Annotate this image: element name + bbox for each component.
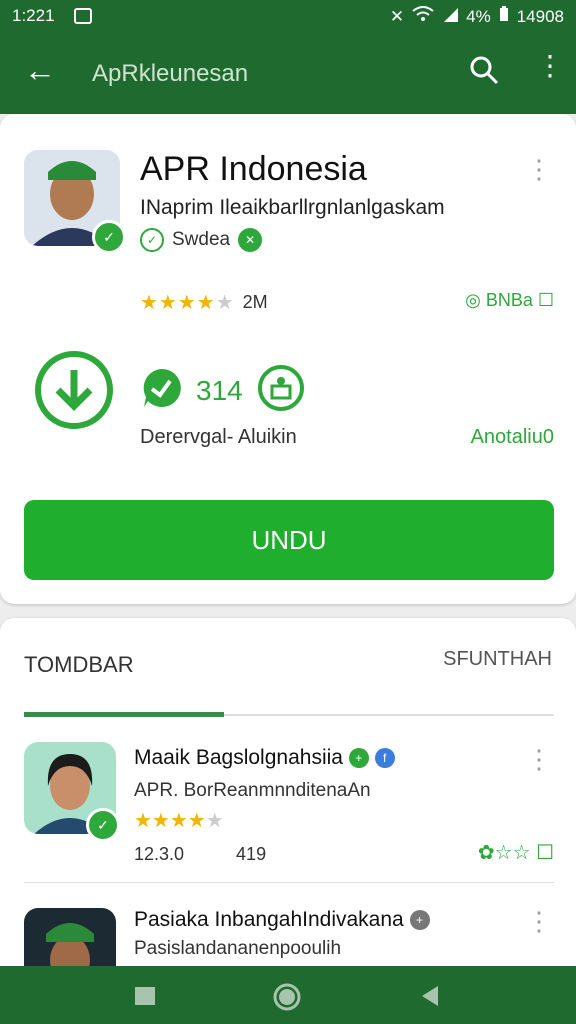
- download-icon[interactable]: [32, 348, 116, 432]
- bookmark-icon[interactable]: ☐: [536, 842, 554, 864]
- app-subtitle: INaprim Ileaikbarllrgnlanlgaskam: [140, 196, 445, 219]
- list-item-size: 419: [236, 844, 267, 864]
- related-apps-card: TOMDBAR SFUNTHAH ✓ Maaik Bagslolgnahsiia…: [0, 618, 576, 1000]
- outline-stars-icon: ☆☆: [494, 842, 531, 864]
- description-right[interactable]: Anotaliu0: [471, 426, 554, 449]
- info-icon: +: [409, 910, 430, 931]
- list-item-title-text: Maaik Bagslolgnahsiia: [134, 746, 343, 769]
- check-circle-icon: ✓: [140, 228, 164, 252]
- bookmark-icon[interactable]: ☐: [538, 290, 554, 310]
- stat-row: 314: [140, 364, 305, 417]
- list-item-version: 12.3.0: [134, 844, 185, 864]
- verified-badge-icon: ✓: [92, 220, 126, 254]
- wifi-icon: [412, 6, 434, 27]
- navigation-bar: [0, 966, 576, 1024]
- status-icons: ✕ 4% 14908: [390, 6, 564, 27]
- facebook-icon: f: [374, 748, 395, 769]
- chat-icon: [140, 367, 182, 414]
- status-clock: 14908: [516, 6, 564, 26]
- rating-count: 2M: [242, 292, 268, 312]
- star-rating-icon: ★★★★★: [134, 810, 224, 832]
- gear-icon: ✿: [477, 842, 495, 864]
- description-left: Derervgal- Aluikin: [140, 426, 297, 448]
- mute-icon: ✕: [389, 6, 405, 26]
- active-tab-bar: [24, 712, 224, 717]
- add-icon: +: [348, 748, 369, 769]
- app-tags: ✓ Swdea ✕: [140, 228, 263, 252]
- rank-badge: ◎ BNBa ☐: [465, 290, 554, 311]
- app-detail-card: ✓ APR Indonesia ⋮ INaprim Ileaikbarllrgn…: [0, 114, 576, 604]
- list-item-subtitle: Pasislandananenpooulih: [134, 938, 342, 959]
- battery-percent: 4%: [466, 6, 491, 26]
- back-triangle-icon[interactable]: [420, 984, 440, 1013]
- list-item-subtitle: APR. BorReanmnnditenaAn: [134, 780, 371, 801]
- divider: [24, 882, 554, 883]
- stat-count: 314: [196, 374, 243, 406]
- signal-icon: [442, 6, 459, 27]
- verified-badge-icon: ✓: [86, 808, 120, 842]
- list-item-menu-icon[interactable]: ⋮: [526, 746, 552, 772]
- app-bar: ← ApRkleunesan ⋮: [0, 32, 576, 114]
- list-item-rank: ✿☆☆ ☐: [478, 840, 554, 865]
- verified-icon: ✕: [238, 228, 263, 252]
- status-bar: 1:221 ✕ 4% 14908: [0, 0, 576, 32]
- list-item-menu-icon[interactable]: ⋮: [526, 908, 552, 934]
- install-button[interactable]: UNDU: [24, 500, 554, 580]
- share-icon[interactable]: [257, 364, 305, 417]
- list-item-title-text: Pasiaka InbangahIndivakana: [134, 908, 404, 931]
- section-title: TOMDBAR: [24, 652, 134, 677]
- notification-icon: [74, 8, 92, 24]
- list-item-meta: 12.3.0 419: [134, 844, 266, 865]
- battery-icon: [499, 6, 509, 27]
- back-arrow-icon[interactable]: ←: [24, 54, 56, 86]
- list-item-title: Maaik Bagslolgnahsiia + f: [134, 746, 395, 770]
- rating-row: ★★★★★ 2M: [140, 290, 268, 315]
- rank-icon: ◎: [465, 290, 481, 310]
- status-time: 1:221: [12, 6, 55, 25]
- app-tag: Swdea: [172, 229, 231, 250]
- search-icon[interactable]: [468, 54, 500, 91]
- see-more-link[interactable]: SFUNTHAH: [443, 648, 552, 671]
- rank-label: BNBa: [485, 290, 533, 310]
- tab-indicator: [24, 712, 554, 717]
- star-rating-icon: ★★★★★: [140, 292, 235, 314]
- recent-apps-icon[interactable]: [134, 986, 156, 1011]
- app-name: APR Indonesia: [140, 150, 367, 188]
- card-menu-icon[interactable]: ⋮: [526, 156, 552, 182]
- app-bar-title: ApRkleunesan: [92, 60, 249, 87]
- home-icon[interactable]: [272, 982, 302, 1017]
- list-item-title: Pasiaka InbangahIndivakana +: [134, 908, 430, 932]
- more-options-icon[interactable]: ⋮: [536, 52, 564, 80]
